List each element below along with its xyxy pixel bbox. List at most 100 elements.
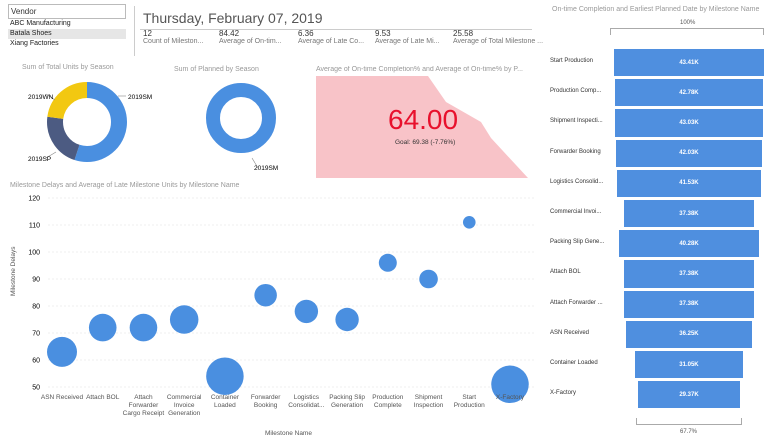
scatter-ytick: 110 bbox=[29, 223, 40, 230]
scatter-xtick: Shipment Inspection bbox=[413, 394, 444, 409]
scatter-xtick: Packing Slip Generation bbox=[329, 394, 365, 409]
scatter-xtick: Container Loaded bbox=[210, 394, 239, 409]
funnel-category-label: ASN Received bbox=[550, 329, 590, 336]
donut2-chart[interactable]: 2019SM bbox=[170, 72, 310, 182]
funnel-category-label: Start Production bbox=[550, 58, 594, 64]
donut1-chart[interactable]: 2019WN 2019SM 2019SP bbox=[0, 72, 170, 182]
vendor-item-xiang[interactable]: Xiang Factories bbox=[8, 39, 126, 49]
scatter-grid: 120 110 100 90 80 70 60 50 bbox=[28, 196, 535, 392]
scatter-xtick: Attach Forwarder Cargo Receipt bbox=[122, 394, 165, 417]
funnel-category-label: Production Comp... bbox=[550, 88, 602, 95]
scatter-xtick: Attach BOL bbox=[86, 394, 120, 401]
donut1-label-sm: 2019SM bbox=[128, 94, 152, 101]
funnel-bar-value: 29.37K bbox=[679, 391, 699, 398]
gauge-value: 64.00 bbox=[388, 104, 459, 135]
kpi-late-completion: 6.36 Average of Late Co... bbox=[298, 29, 374, 45]
scatter-xtick: Production Complete bbox=[372, 394, 404, 409]
funnel-bar[interactable]: 42.78K bbox=[615, 79, 763, 107]
funnel-title: On-time Completion and Earliest Planned … bbox=[552, 6, 760, 13]
scatter-point[interactable] bbox=[462, 216, 476, 229]
vendor-slicer-header[interactable]: Vendor bbox=[8, 4, 126, 19]
funnel-bar[interactable]: 41.53K bbox=[617, 169, 761, 197]
funnel-category-label: Attach Forwarder ... bbox=[550, 299, 603, 306]
funnel-bar-value: 43.03K bbox=[679, 119, 699, 126]
kpi-total-milestone: 25.58 Average of Total Milestone ... bbox=[453, 29, 543, 45]
funnel-bar-value: 37.38K bbox=[679, 270, 699, 277]
donut1-label-wn: 2019WN bbox=[28, 94, 54, 101]
kpi-row: 12 Count of Mileston... 84.42 Average of… bbox=[143, 29, 543, 53]
scatter-ytick: 100 bbox=[28, 250, 40, 257]
scatter-point[interactable] bbox=[88, 313, 117, 342]
vendor-item-batala[interactable]: Batala Shoes bbox=[8, 29, 126, 39]
funnel-category-label: Logistics Consolid... bbox=[550, 178, 604, 185]
vendor-slicer: Vendor ABC Manufacturing Batala Shoes Xi… bbox=[8, 4, 126, 58]
funnel-bottom-bracket bbox=[636, 418, 742, 425]
kpi-value: 9.53 bbox=[375, 29, 391, 38]
scatter-point[interactable] bbox=[335, 307, 359, 332]
scatter-point[interactable] bbox=[47, 336, 77, 367]
funnel-bar[interactable]: 37.38K bbox=[624, 290, 754, 318]
scatter-xtick: ASN Received bbox=[40, 394, 84, 401]
kpi-value: 84.42 bbox=[219, 29, 240, 38]
kpi-value: 25.58 bbox=[453, 29, 474, 38]
scatter-xtick: Start Production bbox=[453, 394, 485, 409]
scatter-point[interactable] bbox=[254, 283, 277, 307]
funnel-bar-value: 37.38K bbox=[679, 301, 699, 308]
scatter-point[interactable] bbox=[419, 269, 438, 289]
scatter-title: Milestone Delays and Average of Late Mil… bbox=[10, 182, 240, 189]
funnel-bar-value: 42.03K bbox=[679, 150, 699, 157]
funnel-bar-value: 42.78K bbox=[679, 89, 699, 96]
scatter-ytick: 120 bbox=[28, 196, 40, 203]
scatter-ytick: 50 bbox=[32, 385, 40, 392]
funnel-bar[interactable]: 42.03K bbox=[616, 139, 762, 167]
funnel-bar-value: 43.41K bbox=[679, 59, 699, 66]
funnel-bar-value: 31.05K bbox=[679, 361, 699, 368]
kpi-label: Average of On-tim... bbox=[219, 38, 282, 45]
funnel-top-label: 100% bbox=[680, 20, 696, 26]
funnel-category-label: Commercial Invoi... bbox=[550, 209, 602, 215]
funnel-category-label: X-Factory bbox=[550, 390, 577, 397]
scatter-ytick: 70 bbox=[32, 331, 40, 338]
scatter-xtick: Commercial Invoice Generation bbox=[166, 394, 202, 417]
funnel-bar[interactable]: 37.38K bbox=[624, 260, 754, 288]
funnel-category-label: Forwarder Booking bbox=[550, 148, 601, 155]
kpi-label: Average of Total Milestone ... bbox=[453, 38, 544, 45]
gauge-goal: Goal: 69.38 (-7.76%) bbox=[395, 139, 456, 146]
funnel-chart[interactable]: Start Production 43.41K Production Comp...… bbox=[548, 48, 778, 418]
scatter-ytick: 60 bbox=[32, 358, 40, 365]
funnel-bar[interactable]: 29.37K bbox=[638, 381, 740, 409]
gauge-title: Average of On-time Completion% and Avera… bbox=[316, 66, 523, 73]
vendor-item-abc[interactable]: ABC Manufacturing bbox=[8, 19, 126, 29]
scatter-ytick: 80 bbox=[32, 304, 40, 311]
funnel-bar[interactable]: 43.41K bbox=[614, 49, 764, 77]
funnel-bar[interactable]: 40.28K bbox=[619, 230, 759, 258]
kpi-ontime: 84.42 Average of On-tim... bbox=[219, 29, 295, 45]
funnel-bar[interactable]: 31.05K bbox=[635, 351, 743, 379]
kpi-label: Count of Mileston... bbox=[143, 38, 204, 45]
scatter-x-axis: ASN Received Attach BOL Attach Forwarder C… bbox=[0, 394, 540, 434]
scatter-ytick: 90 bbox=[32, 277, 40, 284]
funnel-bar-value: 40.28K bbox=[679, 240, 699, 247]
scatter-xtick: Logistics Consolidat... bbox=[288, 394, 325, 409]
scatter-point[interactable] bbox=[294, 299, 319, 324]
kpi-label: Average of Late Mi... bbox=[375, 38, 440, 45]
scatter-point[interactable] bbox=[129, 313, 158, 342]
scatter-xtick: X-Factory bbox=[495, 394, 525, 401]
donut1-title: Sum of Total Units by Season bbox=[22, 64, 114, 71]
funnel-bar[interactable]: 36.25K bbox=[626, 320, 752, 348]
funnel-category-label: Packing Slip Gene... bbox=[550, 239, 605, 246]
funnel-bar[interactable]: 43.03K bbox=[614, 109, 764, 137]
scatter-point[interactable] bbox=[206, 357, 244, 395]
scatter-point[interactable] bbox=[378, 253, 397, 272]
funnel-bar-value: 41.53K bbox=[679, 180, 699, 187]
funnel-top-bracket bbox=[610, 28, 764, 35]
kpi-count: 12 Count of Mileston... bbox=[143, 29, 215, 45]
funnel-category-label: Container Loaded bbox=[550, 360, 598, 366]
funnel-bottom-label: 67.7% bbox=[680, 429, 698, 435]
funnel-bar[interactable]: 37.38K bbox=[624, 200, 754, 228]
donut2-label-sm: 2019SM bbox=[254, 165, 278, 172]
funnel-bar-value: 37.38K bbox=[679, 210, 699, 217]
kpi-value: 6.36 bbox=[298, 29, 314, 38]
kpi-value: 12 bbox=[143, 29, 152, 38]
scatter-point[interactable] bbox=[169, 305, 199, 334]
